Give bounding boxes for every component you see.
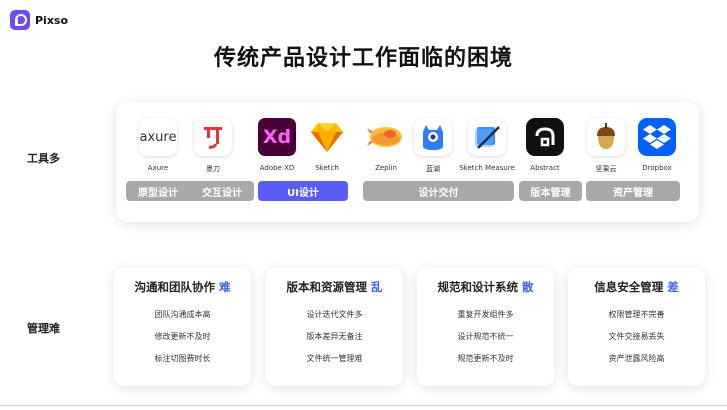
list-item: 重复开发组件多 xyxy=(457,310,514,319)
issue-card-collaboration: 沟通和团队协作难 团队沟通成本高 修改更新不及时 标注切图费时长 xyxy=(114,268,251,386)
category-version-label: 版本管理 xyxy=(530,187,571,199)
brand-name: Pixso xyxy=(35,13,69,27)
issue-title-text: 规范和设计系统 xyxy=(437,280,519,294)
sketch-diamond-icon xyxy=(308,118,346,156)
tool-label: Sketch xyxy=(315,164,339,172)
issue-accent: 乱 xyxy=(371,280,383,294)
issue-list: 设计迭代文件多 版本差异无备注 文件统一管理难 xyxy=(266,309,403,364)
list-item: 文件统一管理难 xyxy=(306,354,363,363)
issue-list: 重复开发组件多 设计规范不统一 规范更新不及时 xyxy=(417,309,554,364)
issue-accent: 散 xyxy=(522,280,534,294)
issue-title: 沟通和团队协作难 xyxy=(114,279,251,295)
issue-title-text: 信息安全管理 xyxy=(594,280,664,294)
issue-list: 权限管理不完善 文件交接易丢失 资产泄露风险高 xyxy=(568,309,705,364)
list-item: 设计规范不统一 xyxy=(457,332,514,341)
modao-icon xyxy=(194,118,232,156)
issue-accent: 难 xyxy=(219,280,231,294)
jianguoyun-icon xyxy=(587,118,625,156)
list-item: 权限管理不完善 xyxy=(608,310,665,319)
issue-card-security: 信息安全管理差 权限管理不完善 文件交接易丢失 资产泄露风险高 xyxy=(568,268,705,386)
axure-icon-text: axure xyxy=(139,129,177,145)
bottom-divider xyxy=(0,405,727,406)
adobe-xd-icon: Xd xyxy=(258,118,296,156)
lanhu-icon xyxy=(414,118,452,156)
category-ui: UI设计 xyxy=(258,181,348,201)
category-ui-label: UI设计 xyxy=(287,187,319,199)
tools-row-label: 工具多 xyxy=(27,152,60,165)
category-handoff: 设计交付 xyxy=(363,181,514,201)
tool-dropbox: Dropbox xyxy=(622,118,692,172)
list-item: 修改更新不及时 xyxy=(154,332,211,341)
issue-title-text: 沟通和团队协作 xyxy=(134,280,216,294)
category-prototype-interaction: 原型设计 交互设计 xyxy=(126,181,254,201)
issue-title: 版本和资源管理乱 xyxy=(266,279,403,295)
tool-label: 墨刀 xyxy=(206,165,220,173)
issue-title: 规范和设计系统散 xyxy=(417,279,554,295)
category-asset: 资产管理 xyxy=(586,181,680,201)
issue-accent: 差 xyxy=(667,280,679,294)
issue-card-version: 版本和资源管理乱 设计迭代文件多 版本差异无备注 文件统一管理难 xyxy=(266,268,403,386)
issues-row-label: 管理难 xyxy=(27,322,60,335)
adobe-xd-icon-text: Xd xyxy=(262,126,292,148)
sketch-measure-icon xyxy=(468,118,506,156)
tool-label: 蓝湖 xyxy=(426,165,440,173)
brand: Pixso xyxy=(10,10,68,30)
issue-list: 团队沟通成本高 修改更新不及时 标注切图费时长 xyxy=(114,309,251,364)
tool-label: Adobe XD xyxy=(259,164,295,172)
list-item: 版本差异无备注 xyxy=(306,332,363,341)
category-asset-label: 资产管理 xyxy=(613,187,653,199)
tool-label: Axure xyxy=(147,164,169,172)
list-item: 设计迭代文件多 xyxy=(306,310,363,319)
issue-title-text: 版本和资源管理 xyxy=(286,280,368,294)
tool-label: Abstract xyxy=(530,164,560,172)
pixso-logo-icon xyxy=(10,10,30,30)
list-item: 标注切图费时长 xyxy=(154,354,211,363)
list-item: 团队沟通成本高 xyxy=(154,310,211,319)
category-prototype: 原型设计 xyxy=(138,187,178,199)
list-item: 文件交接易丢失 xyxy=(608,332,665,341)
category-interaction: 交互设计 xyxy=(202,187,242,199)
tool-label: Zeplin xyxy=(375,164,397,172)
tool-abstract: Abstract xyxy=(510,118,580,172)
tool-label: Sketch Measure xyxy=(459,164,515,172)
category-version: 版本管理 xyxy=(519,181,582,201)
issue-card-design-system: 规范和设计系统散 重复开发组件多 设计规范不统一 规范更新不及时 xyxy=(417,268,554,386)
list-item: 规范更新不及时 xyxy=(457,354,514,363)
abstract-icon xyxy=(526,118,564,156)
axure-icon: axure xyxy=(139,118,177,156)
tool-label: Dropbox xyxy=(642,164,672,172)
tool-modao: 墨刀 xyxy=(178,118,248,174)
tool-label: 坚果云 xyxy=(595,165,617,173)
tools-card: axure Axure 墨刀 Xd Adobe XD Sketch Zeplin… xyxy=(116,102,699,222)
list-item: 资产泄露风险高 xyxy=(608,354,665,363)
dropbox-icon xyxy=(638,118,676,156)
category-handoff-label: 设计交付 xyxy=(418,187,459,199)
issue-title: 信息安全管理差 xyxy=(568,279,705,295)
page-title: 传统产品设计工作面临的困境 xyxy=(213,46,513,71)
